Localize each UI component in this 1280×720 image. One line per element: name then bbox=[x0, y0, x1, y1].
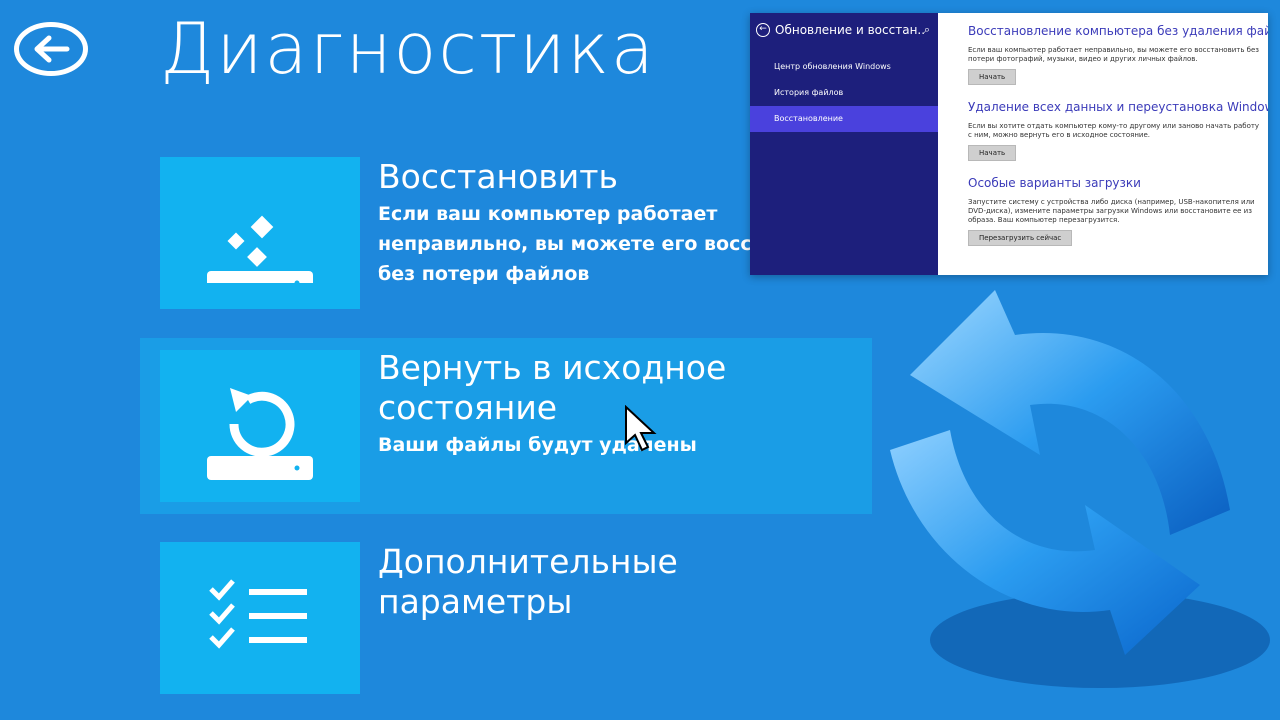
start-reset-button[interactable]: Начать bbox=[968, 145, 1017, 161]
option-title: Дополнительные параметры bbox=[378, 542, 678, 621]
back-button[interactable] bbox=[14, 22, 88, 76]
section-title: Восстановление компьютера без удаления ф… bbox=[968, 24, 1268, 38]
section-desc: Если ваш компьютер работает неправильно,… bbox=[968, 46, 1260, 63]
section-desc: Если вы хотите отдать компьютер кому-то … bbox=[968, 122, 1260, 139]
option-tile bbox=[160, 157, 360, 309]
option-advanced[interactable]: Дополнительные параметры bbox=[140, 542, 872, 718]
settings-header: ← Обновление и восстан... ⌕ bbox=[750, 13, 938, 47]
option-tile bbox=[160, 542, 360, 694]
start-refresh-button[interactable]: Начать bbox=[968, 69, 1017, 85]
option-desc: Ваши файлы будут удалены bbox=[378, 434, 697, 456]
option-reset[interactable]: Вернуть в исходное состояние Ваши файлы … bbox=[140, 338, 872, 514]
refresh-sparkle-icon bbox=[207, 215, 313, 283]
sidebar-item-windows-update[interactable]: Центр обновления Windows bbox=[750, 54, 938, 80]
section-advanced-startup: Особые варианты загрузки Запустите систе… bbox=[968, 175, 1262, 246]
search-icon[interactable]: ⌕ bbox=[924, 23, 930, 37]
mouse-pointer-icon bbox=[625, 405, 657, 452]
page-title: Диагностика bbox=[160, 8, 656, 90]
settings-back-icon[interactable]: ← bbox=[756, 23, 770, 37]
sidebar-item-recovery[interactable]: Восстановление bbox=[750, 106, 938, 132]
settings-header-title: Обновление и восстан... bbox=[775, 23, 924, 37]
sidebar-item-file-history[interactable]: История файлов bbox=[750, 80, 938, 106]
section-desc: Запустите систему с устройства либо диск… bbox=[968, 198, 1255, 224]
option-title: Вернуть в исходное состояние bbox=[378, 348, 727, 427]
section-refresh: Восстановление компьютера без удаления ф… bbox=[968, 23, 1268, 85]
section-title: Особые варианты загрузки bbox=[968, 176, 1141, 190]
restart-now-button[interactable]: Перезагрузить сейчас bbox=[968, 230, 1073, 246]
back-arrow-icon bbox=[34, 35, 70, 63]
section-title: Удаление всех данных и переустановка Win… bbox=[968, 100, 1268, 114]
settings-content: Восстановление компьютера без удаления ф… bbox=[968, 23, 1268, 260]
reset-icon bbox=[207, 388, 313, 480]
settings-window: ← Обновление и восстан... ⌕ Центр обновл… bbox=[750, 13, 1268, 275]
refresh-arrows-icon bbox=[890, 290, 1270, 688]
settings-sidebar: ← Обновление и восстан... ⌕ Центр обновл… bbox=[750, 13, 938, 275]
checklist-icon bbox=[209, 579, 307, 649]
option-tile bbox=[160, 350, 360, 502]
section-reset: Удаление всех данных и переустановка Win… bbox=[968, 99, 1268, 161]
